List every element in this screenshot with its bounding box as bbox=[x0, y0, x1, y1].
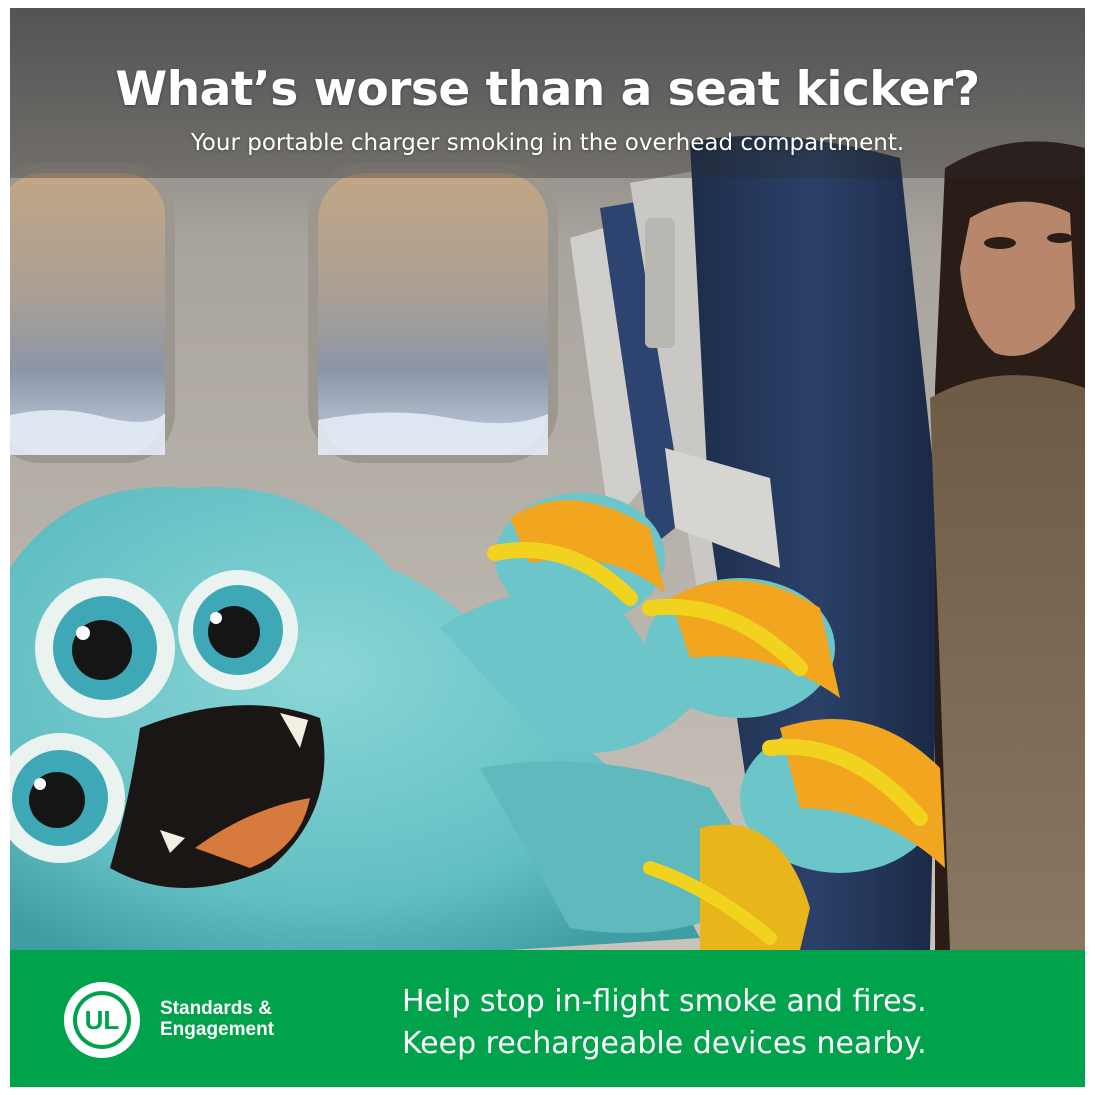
footer-banner: UL Standards & Engagement Help stop in-f… bbox=[10, 950, 1085, 1087]
subheadline: Your portable charger smoking in the ove… bbox=[190, 130, 905, 156]
brand-name: Standards & Engagement bbox=[160, 998, 274, 1040]
headline: What’s worse than a seat kicker? bbox=[115, 62, 980, 117]
airplane-cabin-scene: What’s worse than a seat kicker? Your po… bbox=[10, 8, 1085, 950]
ul-logo-icon: UL bbox=[64, 982, 140, 1058]
message-line-1: Help stop in-flight smoke and fires. bbox=[402, 984, 927, 1019]
cabin-window-right bbox=[308, 163, 558, 463]
ul-logo-text: UL bbox=[85, 1005, 120, 1035]
message-line-2: Keep rechargeable devices nearby. bbox=[402, 1026, 927, 1061]
safety-message: Help stop in-flight smoke and fires. Kee… bbox=[402, 981, 927, 1065]
brand-line-1: Standards & bbox=[160, 998, 272, 1019]
advertisement: What’s worse than a seat kicker? Your po… bbox=[10, 8, 1085, 1087]
passenger-woman bbox=[930, 141, 1085, 950]
brand-line-2: Engagement bbox=[160, 1019, 275, 1040]
cabin-window-left bbox=[10, 163, 175, 463]
